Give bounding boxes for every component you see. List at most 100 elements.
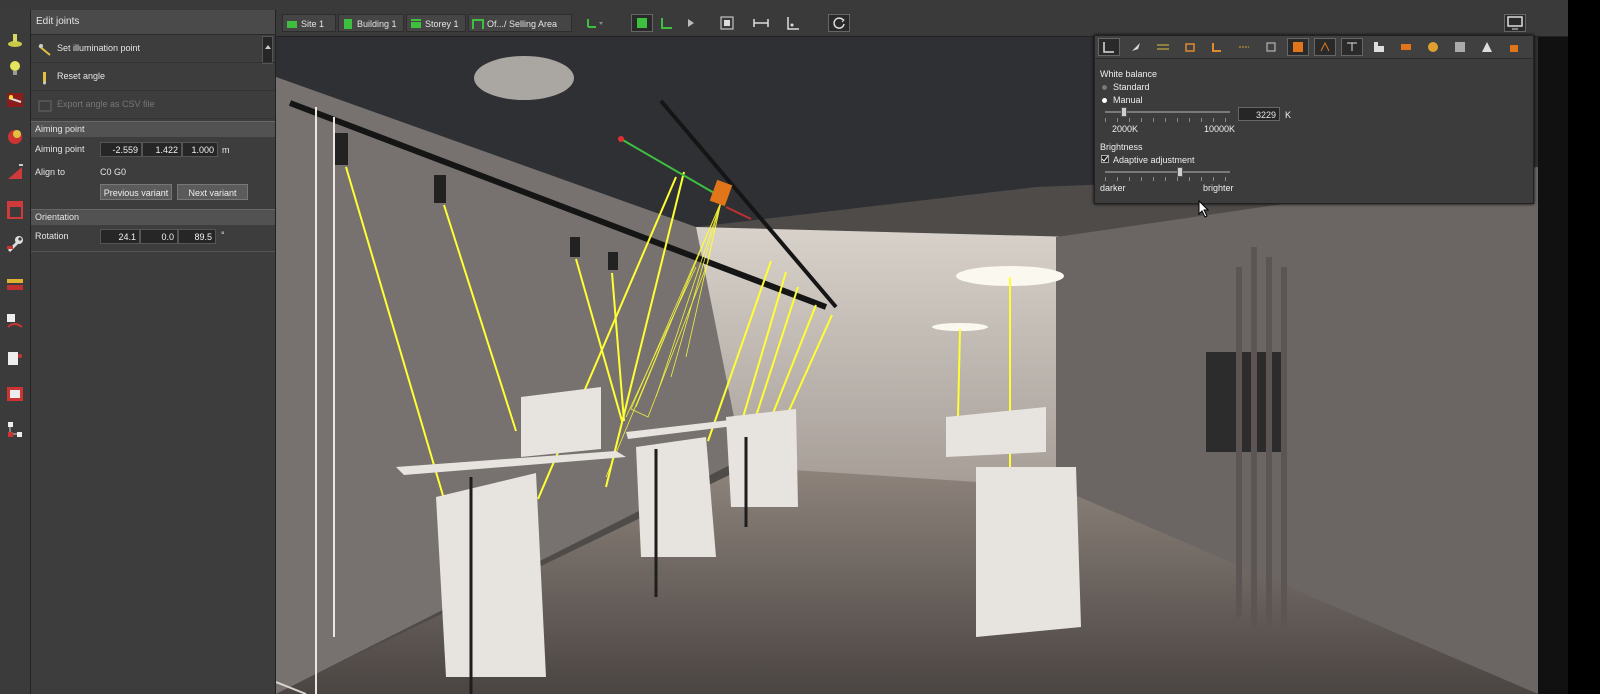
rotation-z-input[interactable]: 89.5 <box>178 229 216 244</box>
aiming-y-input[interactable]: 1.422 <box>142 142 182 157</box>
arrow-tool-icon[interactable] <box>1125 38 1147 56</box>
spotlight-icon[interactable] <box>1341 38 1363 56</box>
panel-title: Edit joints <box>31 10 275 35</box>
rotation-x-input[interactable]: 24.1 <box>100 229 140 244</box>
door-icon[interactable] <box>3 346 27 370</box>
mouse-cursor-icon <box>1198 200 1210 218</box>
aiming-point-section-header: Aiming point <box>31 121 275 137</box>
align-to-value: C0 G0 <box>100 167 127 177</box>
radio-manual[interactable] <box>1102 98 1107 103</box>
white-balance-panel: White balance Standard Manual 3229 K 200… <box>1094 35 1534 204</box>
furniture-icon[interactable] <box>3 124 27 148</box>
radio-standard[interactable] <box>1102 85 1107 90</box>
room-icon <box>472 18 484 36</box>
aiming-unit: m <box>222 145 230 155</box>
render-options-toolbar <box>1095 36 1533 59</box>
lamp-icon[interactable] <box>1314 38 1336 56</box>
calculation-icon[interactable] <box>3 272 27 296</box>
breadcrumb-storey[interactable]: Storey 1 <box>406 14 466 32</box>
breadcrumb-room[interactable]: Of.../ Selling Area <box>468 14 572 32</box>
kelvin-max-label: 10000K <box>1204 124 1236 134</box>
brighter-label: brighter <box>1203 183 1234 193</box>
viewport-right-edge <box>1538 37 1568 694</box>
view-toolbar: Site 1 Building 1 Storey 1 Of.../ Sellin… <box>276 10 1568 37</box>
storey-icon <box>410 18 422 36</box>
refresh-icon[interactable] <box>828 14 850 32</box>
rotation-y-input[interactable]: 0.0 <box>140 229 178 244</box>
breadcrumb-site[interactable]: Site 1 <box>282 14 336 32</box>
text-curve-icon[interactable] <box>3 310 27 334</box>
person-icon[interactable] <box>1503 38 1525 56</box>
variant-row: Previous variant Next variant <box>31 181 275 205</box>
site-icon <box>286 18 298 36</box>
export-csv-button[interactable]: Export angle as CSV file <box>31 91 275 119</box>
zoom-fit-icon[interactable] <box>716 14 738 32</box>
box-icon[interactable] <box>1179 38 1201 56</box>
grid-dots-icon[interactable] <box>1233 38 1255 56</box>
aiming-point-row: Aiming point -2.559 1.422 1.000 m <box>31 137 275 163</box>
texture-icon[interactable] <box>1287 38 1309 56</box>
adaptive-label: Adaptive adjustment <box>1113 155 1195 165</box>
aiming-z-input[interactable]: 1.000 <box>182 142 218 157</box>
bulb-icon[interactable] <box>3 56 27 80</box>
hierarchy-icon[interactable] <box>3 418 27 442</box>
floorplan-dropdown-icon[interactable] <box>584 14 606 32</box>
brightness-slider-track[interactable] <box>1105 171 1230 173</box>
panel-icon[interactable] <box>1395 38 1417 56</box>
shade-icon[interactable] <box>1449 38 1471 56</box>
breadcrumb-label: Site 1 <box>301 19 325 29</box>
adaptive-checkbox[interactable] <box>1101 155 1109 163</box>
edit-joints-panel: Edit joints Set illumination point Reset… <box>31 10 276 694</box>
panel-divider <box>31 251 275 252</box>
joint-label: Export angle as CSV file <box>57 99 155 109</box>
orientation-section-header: Orientation <box>31 209 275 225</box>
align-row: Align to C0 G0 <box>31 163 275 181</box>
tool-strip <box>0 10 31 694</box>
lines-icon[interactable] <box>1152 38 1174 56</box>
wrench-icon[interactable] <box>3 232 27 256</box>
align-to-label: Align to <box>35 167 66 177</box>
rotation-unit: ° <box>221 230 225 240</box>
breadcrumb-label: Of.../ Selling Area <box>487 19 558 29</box>
cube-icon[interactable] <box>1260 38 1282 56</box>
joint-label: Reset angle <box>57 71 106 81</box>
reset-angle-button[interactable]: Reset angle <box>31 63 275 91</box>
rotation-row: Rotation 24.1 0.0 89.5 ° <box>31 225 275 249</box>
corner-icon[interactable] <box>1206 38 1228 56</box>
joint-label: Set illumination point <box>57 43 141 53</box>
previous-variant-button[interactable]: Previous variant <box>100 184 172 200</box>
breadcrumb-label: Storey 1 <box>425 19 459 29</box>
kelvin-slider-thumb[interactable] <box>1120 107 1127 117</box>
monitor-icon[interactable] <box>1504 14 1526 32</box>
measure-icon[interactable] <box>750 14 772 32</box>
play-arrow-icon[interactable] <box>680 14 702 32</box>
align-tool-icon[interactable] <box>782 14 804 32</box>
breadcrumb-building[interactable]: Building 1 <box>338 14 404 32</box>
light-tool-icon[interactable] <box>3 28 27 52</box>
building-icon <box>342 18 354 36</box>
room-outline-icon[interactable] <box>3 198 27 222</box>
rotation-label: Rotation <box>35 231 69 241</box>
plan-view-icon[interactable] <box>656 14 678 32</box>
window-icon[interactable] <box>3 382 27 406</box>
3d-view-icon[interactable] <box>631 14 653 32</box>
luminaire-arrange-icon[interactable] <box>3 88 27 112</box>
darker-label: darker <box>1100 183 1126 193</box>
blocks-icon[interactable] <box>1368 38 1390 56</box>
export-csv-icon <box>38 97 52 124</box>
kelvin-min-label: 2000K <box>1112 124 1139 134</box>
standard-label: Standard <box>1113 82 1150 92</box>
sphere-icon[interactable] <box>1422 38 1444 56</box>
brightness-slider-thumb[interactable] <box>1177 167 1183 177</box>
brightness-title: Brightness <box>1100 142 1143 152</box>
aiming-x-input[interactable]: -2.559 <box>100 142 142 157</box>
stairs-icon[interactable] <box>3 160 27 184</box>
brightness-ticks <box>1105 177 1230 181</box>
next-variant-button[interactable]: Next variant <box>177 184 248 200</box>
align-tool-icon[interactable] <box>1098 38 1120 56</box>
cone-icon[interactable] <box>1476 38 1498 56</box>
white-balance-title: White balance <box>1100 69 1158 79</box>
aiming-point-label: Aiming point <box>35 144 85 154</box>
set-illumination-point-button[interactable]: Set illumination point <box>31 35 275 63</box>
kelvin-input[interactable]: 3229 <box>1238 107 1280 121</box>
